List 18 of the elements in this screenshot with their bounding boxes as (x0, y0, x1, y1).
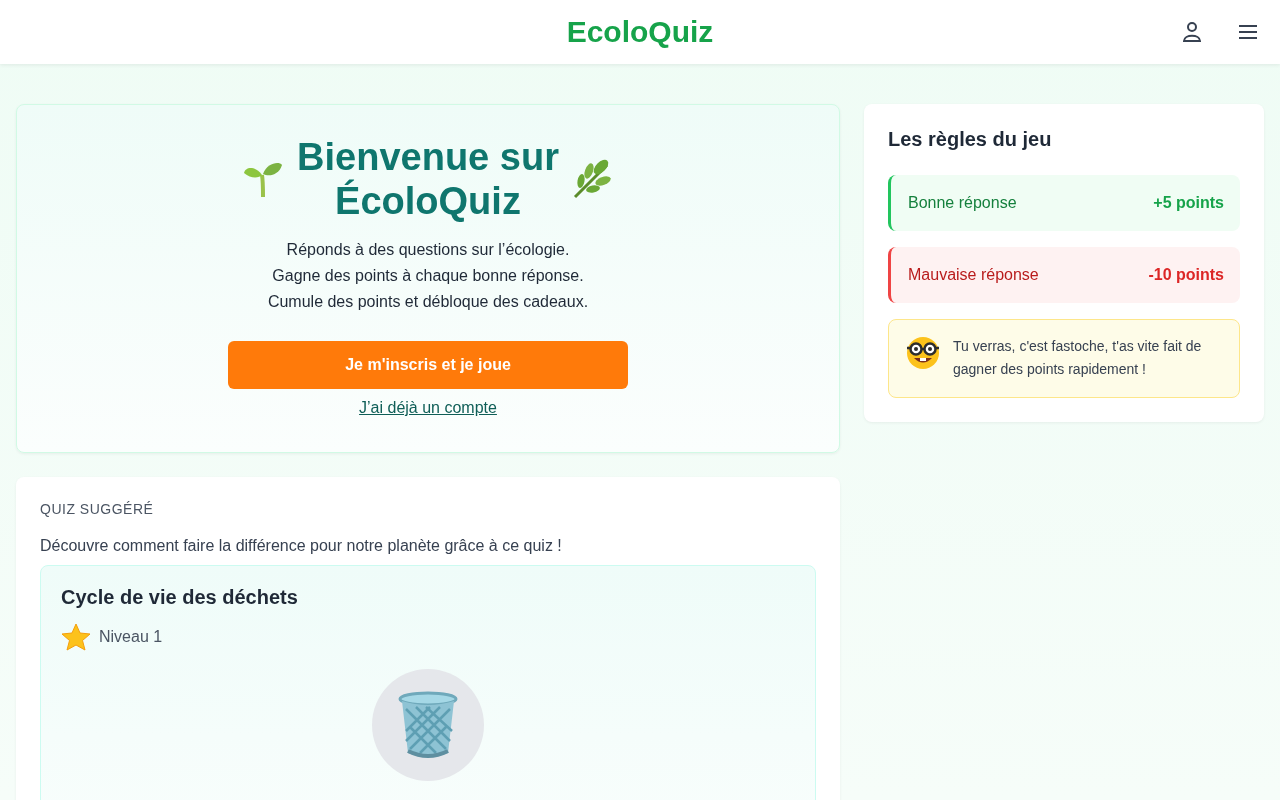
quiz-level: Niveau 1 (99, 628, 163, 646)
rule-points: -10 points (1148, 266, 1224, 284)
login-link[interactable]: J’ai déjà un compte (359, 399, 497, 417)
quiz-title: Cycle de vie des déchets (61, 586, 299, 609)
welcome-text: Cumule des points et débloque des cadeaux. (267, 292, 589, 312)
intro-text: Découvre comment faire la différence pour notre planète grâce à ce quiz ! (40, 537, 563, 555)
tip-text: Tu verras, c'est fastoche, t'as vite fait de gagner des points rapidement ! (953, 337, 1203, 379)
rule-label: Mauvaise réponse (908, 266, 1039, 284)
welcome-text: Réponds à des questions sur l’écologie. (285, 240, 571, 260)
star-icon (61, 623, 91, 651)
quiz-card[interactable]: Cycle de vie des déchets Niveau 1 (40, 565, 816, 800)
rules-title: Les règles du jeu (888, 128, 1053, 151)
nerd-face-icon (905, 335, 941, 371)
section-label: QUIZ SUGGÉRÉ (40, 501, 155, 517)
rule-label: Bonne réponse (908, 194, 1017, 212)
welcome-text: Gagne des points à chaque bonne réponse. (271, 266, 585, 286)
welcome-title: Bienvenue sur ÉcoloQuiz (297, 135, 559, 223)
rule-points: +5 points (1153, 194, 1224, 212)
